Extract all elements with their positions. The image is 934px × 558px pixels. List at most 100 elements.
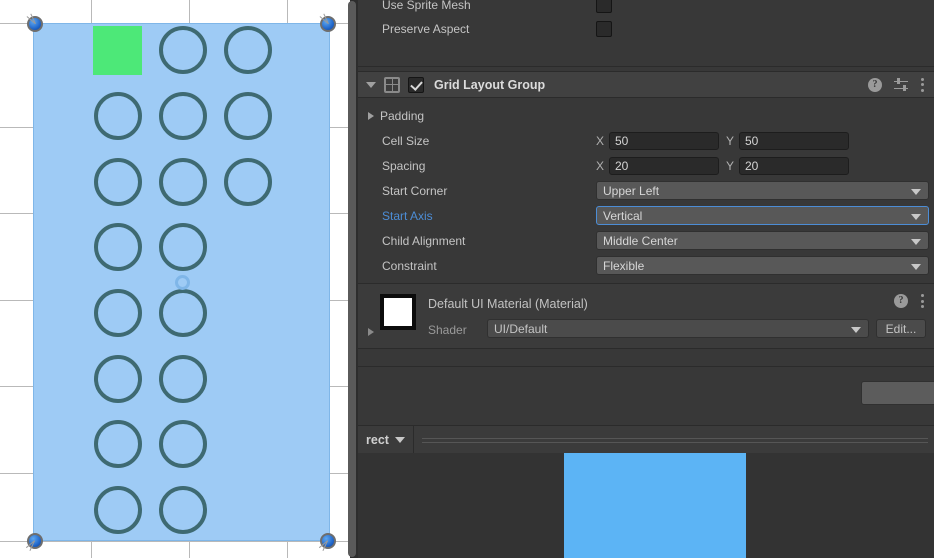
shader-edit-button[interactable]: Edit... <box>876 319 926 338</box>
preview-rect-swatch <box>564 453 746 558</box>
grid-cell-circle[interactable] <box>94 355 142 403</box>
row-spacing[interactable]: Spacing X 20 Y 20 <box>358 153 934 178</box>
component-header-icons: ? <box>868 77 934 92</box>
preview-drag-grip[interactable] <box>414 426 934 454</box>
scene-view[interactable] <box>0 0 358 558</box>
start-corner-value: Upper Left <box>603 184 660 198</box>
scene-scrollbar[interactable] <box>348 1 356 557</box>
kebab-menu-icon[interactable] <box>920 77 924 92</box>
add-component-zone <box>358 366 934 426</box>
grid-cell-circle[interactable] <box>159 289 207 337</box>
grid-layout-group-enabled-checkbox[interactable] <box>408 76 424 93</box>
grid-cell-circle[interactable] <box>159 355 207 403</box>
checkbox-use-sprite-mesh[interactable] <box>596 0 612 13</box>
cell-size-x-input[interactable]: 50 <box>609 131 719 150</box>
grid-cell-circle[interactable] <box>159 223 207 271</box>
grid-cell-circle[interactable] <box>94 486 142 534</box>
grid-cell-circle[interactable] <box>94 158 142 206</box>
shader-value: UI/Default <box>494 322 548 336</box>
grid-cell-circle[interactable] <box>94 92 142 140</box>
row-start-corner[interactable]: Start Corner Upper Left <box>358 178 934 203</box>
row-use-sprite-mesh[interactable]: Use Sprite Mesh <box>358 0 934 16</box>
chevron-down-icon <box>911 189 921 195</box>
grid-cell-circle[interactable] <box>94 223 142 271</box>
grid-cell-circle[interactable] <box>224 92 272 140</box>
grid-line-h-6 <box>0 541 358 542</box>
anchor-top-right[interactable] <box>319 13 336 32</box>
anchor-knob-icon <box>320 533 336 549</box>
row-constraint[interactable]: Constraint Flexible <box>358 253 934 278</box>
child-alignment-value: Middle Center <box>603 234 678 248</box>
material-foldout-icon[interactable] <box>368 328 374 336</box>
grid-cell-circle[interactable] <box>224 158 272 206</box>
grid-cell-circle[interactable] <box>159 486 207 534</box>
shader-dropdown[interactable]: UI/Default <box>487 319 869 338</box>
inspector-panel: Use Sprite Mesh Preserve Aspect Set Nati… <box>358 0 934 558</box>
label-shader: Shader <box>428 323 467 337</box>
label-spacing: Spacing <box>382 158 426 173</box>
preview-object-selector[interactable]: rect <box>358 426 414 454</box>
chevron-down-icon <box>851 327 861 333</box>
chevron-down-icon <box>911 264 921 270</box>
add-component-button[interactable]: Add Component <box>861 381 934 405</box>
row-preserve-aspect[interactable]: Preserve Aspect <box>358 16 934 41</box>
constraint-value: Flexible <box>603 259 645 273</box>
chevron-down-icon <box>394 437 405 443</box>
spacing-x-label: X <box>596 158 605 173</box>
label-start-corner: Start Corner <box>382 183 448 198</box>
row-padding[interactable]: Padding <box>358 103 934 128</box>
preview-object-label: rect <box>366 433 389 447</box>
padding-foldout-icon[interactable] <box>368 111 374 120</box>
label-start-axis: Start Axis <box>382 208 433 223</box>
anchor-bottom-left[interactable] <box>25 533 43 551</box>
grid-cell-selected[interactable] <box>93 26 142 75</box>
grid-cell-circle[interactable] <box>94 289 142 337</box>
anchor-knob-icon <box>27 533 43 549</box>
label-constraint: Constraint <box>382 258 437 273</box>
chevron-down-icon <box>911 239 921 245</box>
start-axis-value: Vertical <box>603 209 643 223</box>
label-preserve-aspect: Preserve Aspect <box>382 21 470 36</box>
start-corner-dropdown[interactable]: Upper Left <box>596 181 929 200</box>
cell-size-x-label: X <box>596 133 605 148</box>
child-alignment-dropdown[interactable]: Middle Center <box>596 231 929 250</box>
checkbox-preserve-aspect[interactable] <box>596 20 612 37</box>
grid-layout-group-title: Grid Layout Group <box>434 77 546 92</box>
grid-cell-circle[interactable] <box>159 158 207 206</box>
material-title: Default UI Material (Material) <box>428 297 588 311</box>
grid-cell-circle[interactable] <box>159 92 207 140</box>
label-use-sprite-mesh: Use Sprite Mesh <box>382 0 471 12</box>
grid-2x2-icon <box>384 76 400 93</box>
cell-size-y-input[interactable]: 50 <box>739 131 849 150</box>
preview-area <box>358 453 934 558</box>
constraint-dropdown[interactable]: Flexible <box>596 256 929 275</box>
label-padding: Padding <box>380 108 425 123</box>
material-color-swatch[interactable] <box>380 294 416 330</box>
grid-cell-circle[interactable] <box>224 26 272 74</box>
preview-toolbar: rect <box>358 425 934 455</box>
help-icon[interactable]: ? <box>868 77 882 92</box>
unity-editor-window: Use Sprite Mesh Preserve Aspect Set Nati… <box>0 0 934 558</box>
row-cell-size[interactable]: Cell Size X 50 Y 50 <box>358 128 934 153</box>
anchor-top-left[interactable] <box>26 13 43 32</box>
chevron-down-icon <box>911 214 921 220</box>
anchor-bottom-right[interactable] <box>318 533 336 551</box>
grid-cell-circle[interactable] <box>94 420 142 468</box>
help-icon[interactable]: ? <box>894 294 908 308</box>
grid-layout-group-header[interactable]: Grid Layout Group ? <box>358 71 934 98</box>
material-block[interactable]: Default UI Material (Material) Shader UI… <box>358 283 934 349</box>
grid-cell-circle[interactable] <box>159 420 207 468</box>
preset-icon[interactable] <box>894 78 908 92</box>
grid-cell-circle[interactable] <box>159 26 207 74</box>
row-child-alignment[interactable]: Child Alignment Middle Center <box>358 228 934 253</box>
spacing-y-input[interactable]: 20 <box>739 156 849 175</box>
row-start-axis[interactable]: Start Axis Vertical <box>358 203 934 228</box>
spacing-x-input[interactable]: 20 <box>609 156 719 175</box>
pivot-marker-icon[interactable] <box>175 275 190 290</box>
spacing-y-label: Y <box>726 158 735 173</box>
start-axis-dropdown[interactable]: Vertical <box>596 206 929 225</box>
material-header-icons: ? <box>894 294 924 308</box>
divider-above-grid-layout <box>358 66 934 67</box>
foldout-arrow-icon[interactable] <box>366 81 376 88</box>
kebab-menu-icon[interactable] <box>920 294 924 308</box>
